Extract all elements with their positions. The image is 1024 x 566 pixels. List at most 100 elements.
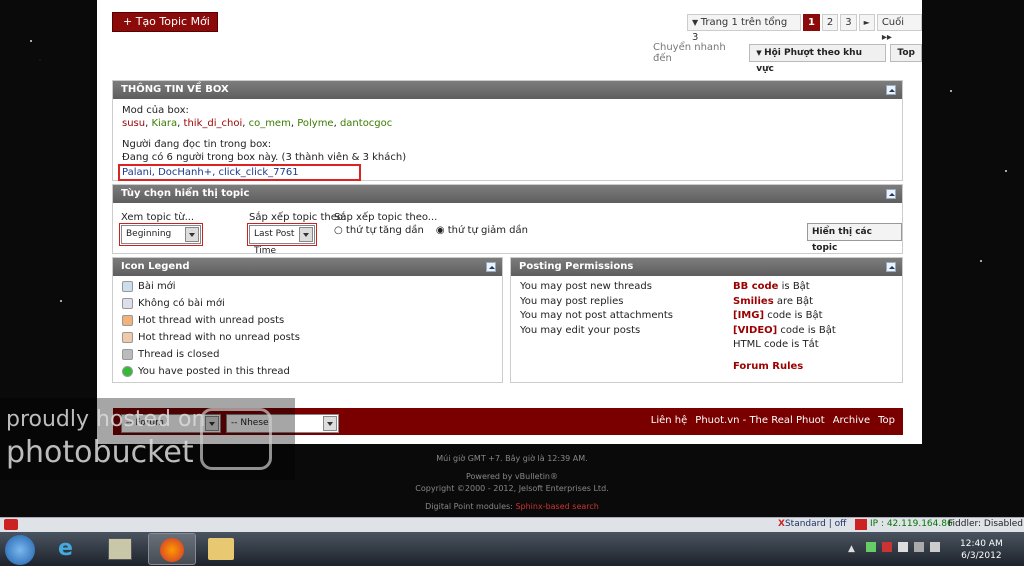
- dropdown-icon: [185, 227, 199, 242]
- readers-list[interactable]: Palani, DocHanh+, click_click_7761: [122, 167, 299, 178]
- page-2[interactable]: 2: [821, 13, 839, 31]
- permission-item: You may not post attachments: [520, 310, 674, 321]
- mod-link[interactable]: thik_di_choi: [184, 118, 243, 129]
- readers-count: Đang có 6 người trong box này. (3 thành …: [122, 152, 407, 163]
- explorer-icon[interactable]: [208, 538, 234, 560]
- forum-jump-select[interactable]: ▼ Hội Phượt theo khu vực: [749, 44, 887, 74]
- page-3[interactable]: 3: [840, 13, 857, 31]
- dropdown-icon: ▼: [756, 49, 765, 57]
- box-info-title: THÔNG TIN VỀ BOX: [121, 84, 229, 95]
- adblock-icon[interactable]: [4, 519, 18, 530]
- desc-radio[interactable]: ◉ thứ tự giảm dần: [436, 225, 528, 236]
- from-select[interactable]: Beginning: [121, 225, 201, 244]
- next-page-button[interactable]: ►: [858, 13, 875, 31]
- signal-icon: [914, 542, 924, 552]
- forum-rules-link[interactable]: Forum Rules: [733, 360, 836, 375]
- dropdown-icon: [299, 227, 313, 242]
- legend-item: You have posted in this thread: [122, 363, 493, 380]
- tray-chevron-icon[interactable]: ▲: [848, 544, 855, 554]
- lock-icon: [122, 349, 133, 360]
- watermark-line1: proudly hosted on: [6, 407, 206, 432]
- media-player-icon[interactable]: [108, 538, 132, 560]
- collapse-icon[interactable]: [886, 189, 896, 199]
- hot-thread-icon: [122, 332, 133, 343]
- clock-time: 12:40 AM: [960, 539, 1003, 549]
- new-topic-button[interactable]: + Tạo Topic Mới: [112, 12, 218, 32]
- thread-new-icon: [122, 281, 133, 292]
- smilies-status: Smilies are Bật: [733, 295, 814, 307]
- forum-page: + Tạo Topic Mới ▼ Trang 1 trên tổng 3 1 …: [97, 0, 922, 444]
- readers-highlight: Palani, DocHanh+, click_click_7761: [118, 164, 361, 181]
- mod-link[interactable]: susu: [122, 118, 145, 129]
- posted-check-icon: [122, 366, 133, 377]
- sort-select[interactable]: Last Post Time: [249, 225, 315, 256]
- firefox-icon: [160, 538, 184, 562]
- dropdown-icon: [323, 416, 337, 431]
- top-button[interactable]: Top: [890, 44, 922, 62]
- page-1[interactable]: 1: [802, 13, 820, 31]
- legend-item: Thread is closed: [122, 346, 493, 363]
- collapse-icon[interactable]: [886, 85, 896, 95]
- plus-icon: +: [123, 15, 136, 28]
- mod-link[interactable]: dantocgoc: [340, 118, 392, 129]
- permissions-title: Posting Permissions: [519, 261, 634, 272]
- mod-link[interactable]: Kiara: [151, 118, 177, 129]
- collapse-icon[interactable]: [486, 262, 496, 272]
- permission-item: You may post new threads: [520, 281, 652, 292]
- permission-item: You may edit your posts: [520, 324, 641, 336]
- img-status: [IMG] code is Bật: [733, 310, 823, 321]
- footer-top-link[interactable]: Top: [878, 415, 895, 426]
- quick-nav-label: Chuyển nhanh đến: [653, 42, 726, 64]
- copyright: Copyright ©2000 - 2012, Jelsoft Enterpri…: [415, 484, 609, 493]
- asc-radio[interactable]: ○ thứ tự tăng dần: [334, 225, 424, 236]
- network-icon: [866, 542, 876, 552]
- legend-title: Icon Legend: [121, 261, 190, 272]
- watermark-line2: photobucket: [6, 435, 194, 470]
- box-info-panel: THÔNG TIN VỀ BOX Mod của box: susu, Kiar…: [112, 80, 903, 181]
- posting-permissions-panel: Posting Permissions You may post new thr…: [510, 257, 903, 383]
- display-options-title: Tùy chọn hiển thị topic: [121, 188, 250, 199]
- permission-item: You may post replies: [520, 295, 624, 307]
- browser-status-bar: XStandard | off IP : 42.119.164.86 Fiddl…: [0, 517, 1024, 532]
- flag-icon: [882, 542, 892, 552]
- collapse-icon[interactable]: [886, 262, 896, 272]
- icon-legend-panel: Icon Legend Bài mới Không có bài mới Hot…: [112, 257, 503, 383]
- order-label: Sắp xếp topic theo...: [334, 212, 438, 223]
- display-options-panel: Tùy chọn hiển thị topic Xem topic từ... …: [112, 184, 903, 256]
- dp-label: Digital Point modules:: [425, 502, 513, 511]
- legend-item: Hot thread with unread posts: [122, 312, 493, 329]
- mods-list: susu, Kiara, thik_di_choi, co_mem, Polym…: [122, 118, 393, 129]
- start-button[interactable]: [5, 535, 35, 565]
- show-topics-button[interactable]: Hiển thị các topic: [807, 223, 902, 253]
- contact-link[interactable]: Liên hệ: [651, 415, 688, 426]
- from-label: Xem topic từ...: [121, 212, 195, 223]
- video-status: [VIDEO] code is Bật: [733, 324, 836, 336]
- volume-icon: [930, 542, 940, 552]
- legend-item: Bài mới: [122, 278, 493, 295]
- html-status: HTML code is Tắt: [733, 339, 819, 350]
- hot-thread-new-icon: [122, 315, 133, 326]
- system-tray: [866, 542, 946, 556]
- pagination: ▼ Trang 1 trên tổng 3 1 2 3 ► Cuối ▸▸: [687, 13, 922, 43]
- mod-link[interactable]: co_mem: [249, 118, 291, 129]
- fiddler-status: Fiddler: Disabled: [948, 519, 1024, 529]
- legend-item: Không có bài mới: [122, 295, 493, 312]
- mod-link[interactable]: Polyme: [297, 118, 333, 129]
- ip-status: IP : 42.119.164.86: [870, 519, 953, 529]
- home-link[interactable]: Phuot.vn - The Real Phuot: [695, 415, 824, 426]
- readers-label: Người đang đọc tin trong box:: [122, 139, 272, 150]
- page-label: ▼ Trang 1 trên tổng 3: [687, 13, 801, 43]
- legend-item: Hot thread with no unread posts: [122, 329, 493, 346]
- clock-date: 6/3/2012: [961, 551, 1002, 561]
- dp-link[interactable]: Sphinx-based search: [515, 502, 598, 511]
- ie-icon[interactable]: e: [58, 537, 84, 561]
- battery-icon: [898, 542, 908, 552]
- archive-link[interactable]: Archive: [833, 415, 870, 426]
- clock[interactable]: 12:40 AM 6/3/2012: [960, 538, 1003, 562]
- windows-taskbar: e ▲ 12:40 AM 6/3/2012: [0, 532, 1024, 566]
- last-page-button[interactable]: Cuối ▸▸: [876, 13, 922, 43]
- quick-nav: Chuyển nhanh đến ▼ Hội Phượt theo khu vự…: [653, 42, 922, 74]
- firefox-task[interactable]: [148, 533, 196, 565]
- vn-flag-icon: [855, 519, 867, 530]
- bbcode-status: BB code is Bật: [733, 281, 810, 292]
